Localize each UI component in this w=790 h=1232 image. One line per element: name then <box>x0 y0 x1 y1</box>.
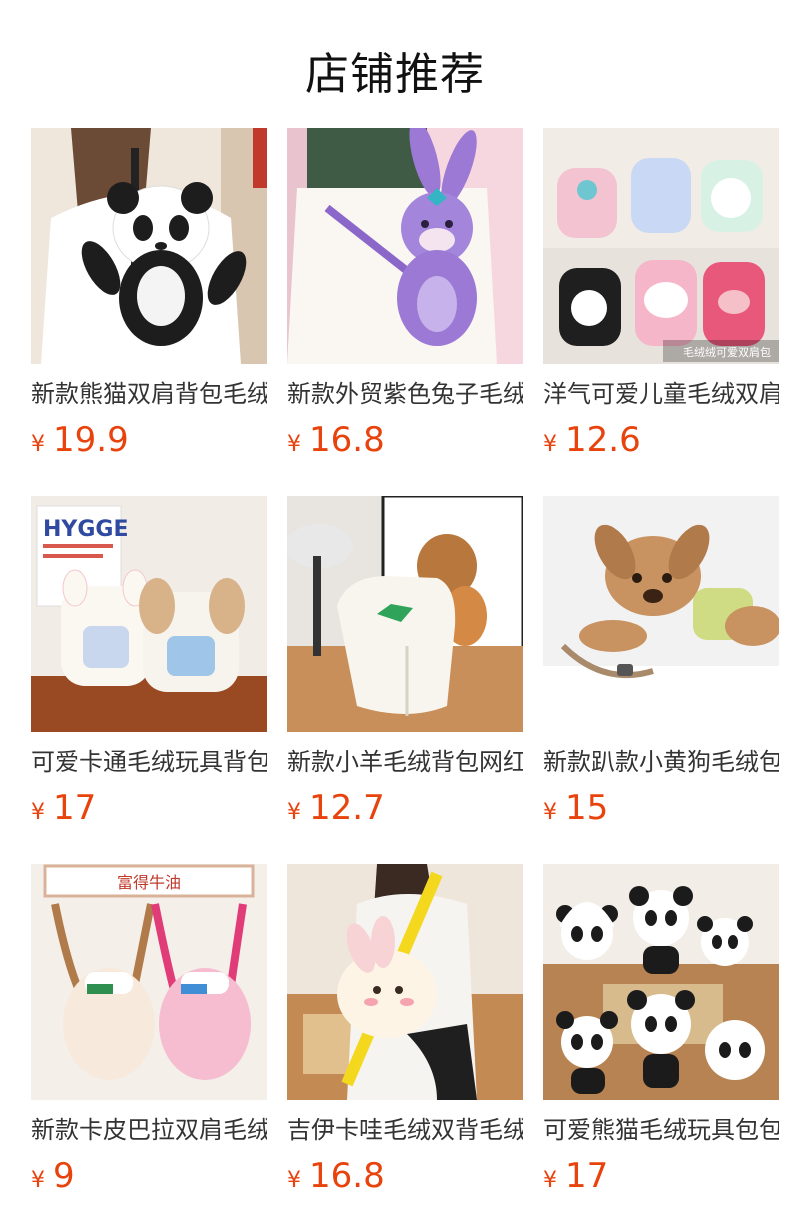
currency-symbol: ¥ <box>543 432 557 457</box>
currency-symbol: ¥ <box>31 800 45 825</box>
product-card[interactable]: 富得牛油 新款卡皮巴拉双肩毛绒 ¥9 <box>31 864 267 1196</box>
product-card[interactable]: HYGGE 可爱卡通毛绒玩具背包 ¥17 <box>31 496 267 828</box>
product-image[interactable] <box>287 496 523 732</box>
product-image[interactable]: HYGGE <box>31 496 267 732</box>
currency-symbol: ¥ <box>287 800 301 825</box>
product-image[interactable] <box>287 128 523 364</box>
product-name[interactable]: 吉伊卡哇毛绒双背毛绒 <box>287 1114 523 1146</box>
product-card[interactable]: 吉伊卡哇毛绒双背毛绒 ¥16.8 <box>287 864 523 1196</box>
price-value: 12.6 <box>565 420 641 460</box>
image-caption: HYGGE <box>43 517 129 542</box>
product-name[interactable]: 可爱卡通毛绒玩具背包 <box>31 746 267 778</box>
product-image[interactable] <box>287 864 523 1100</box>
product-price: ¥17 <box>543 1156 779 1196</box>
product-card[interactable]: 新款趴款小黄狗毛绒包 ¥15 <box>543 496 779 828</box>
product-card[interactable]: 可爱熊猫毛绒玩具包包 ¥17 <box>543 864 779 1196</box>
currency-symbol: ¥ <box>543 800 557 825</box>
price-value: 17 <box>53 788 97 828</box>
currency-symbol: ¥ <box>287 1168 301 1193</box>
image-caption: 毛绒绒可爱双肩包 <box>683 345 771 359</box>
product-price: ¥9 <box>31 1156 267 1196</box>
product-image[interactable] <box>31 128 267 364</box>
product-name[interactable]: 新款卡皮巴拉双肩毛绒 <box>31 1114 267 1146</box>
currency-symbol: ¥ <box>543 1168 557 1193</box>
price-value: 16.8 <box>309 1156 385 1196</box>
price-value: 16.8 <box>309 420 385 460</box>
product-name[interactable]: 可爱熊猫毛绒玩具包包 <box>543 1114 779 1146</box>
product-price: ¥19.9 <box>31 420 267 460</box>
currency-symbol: ¥ <box>287 432 301 457</box>
product-price: ¥17 <box>31 788 267 828</box>
price-value: 15 <box>565 788 609 828</box>
product-name[interactable]: 洋气可爱儿童毛绒双肩 <box>543 378 779 410</box>
product-name[interactable]: 新款熊猫双肩背包毛绒 <box>31 378 267 410</box>
price-value: 12.7 <box>309 788 385 828</box>
price-value: 19.9 <box>53 420 129 460</box>
product-name[interactable]: 新款外贸紫色兔子毛绒 <box>287 378 523 410</box>
product-card[interactable]: 新款熊猫双肩背包毛绒 ¥19.9 <box>31 128 267 460</box>
currency-symbol: ¥ <box>31 1168 45 1193</box>
product-price: ¥16.8 <box>287 420 523 460</box>
currency-symbol: ¥ <box>31 432 45 457</box>
product-image[interactable] <box>543 864 779 1100</box>
product-image[interactable]: 毛绒绒可爱双肩包 <box>543 128 779 364</box>
product-image[interactable] <box>543 496 779 732</box>
price-value: 17 <box>565 1156 609 1196</box>
product-name[interactable]: 新款趴款小黄狗毛绒包 <box>543 746 779 778</box>
product-price: ¥16.8 <box>287 1156 523 1196</box>
product-price: ¥12.7 <box>287 788 523 828</box>
product-image[interactable]: 富得牛油 <box>31 864 267 1100</box>
product-grid: 新款熊猫双肩背包毛绒 ¥19.9 新款外贸紫色兔子毛绒 ¥ 16.8 毛绒绒可爱… <box>0 0 790 1232</box>
product-card[interactable]: 新款小羊毛绒背包网红 ¥12.7 <box>287 496 523 828</box>
product-card[interactable]: 新款外贸紫色兔子毛绒 ¥16.8 <box>287 128 523 460</box>
product-price: ¥15 <box>543 788 779 828</box>
product-card[interactable]: 毛绒绒可爱双肩包 洋气可爱儿童毛绒双肩 ¥12.6 <box>543 128 779 460</box>
product-name[interactable]: 新款小羊毛绒背包网红 <box>287 746 523 778</box>
image-caption: 富得牛油 <box>117 873 181 892</box>
product-price: ¥12.6 <box>543 420 779 460</box>
price-value: 9 <box>53 1156 75 1196</box>
